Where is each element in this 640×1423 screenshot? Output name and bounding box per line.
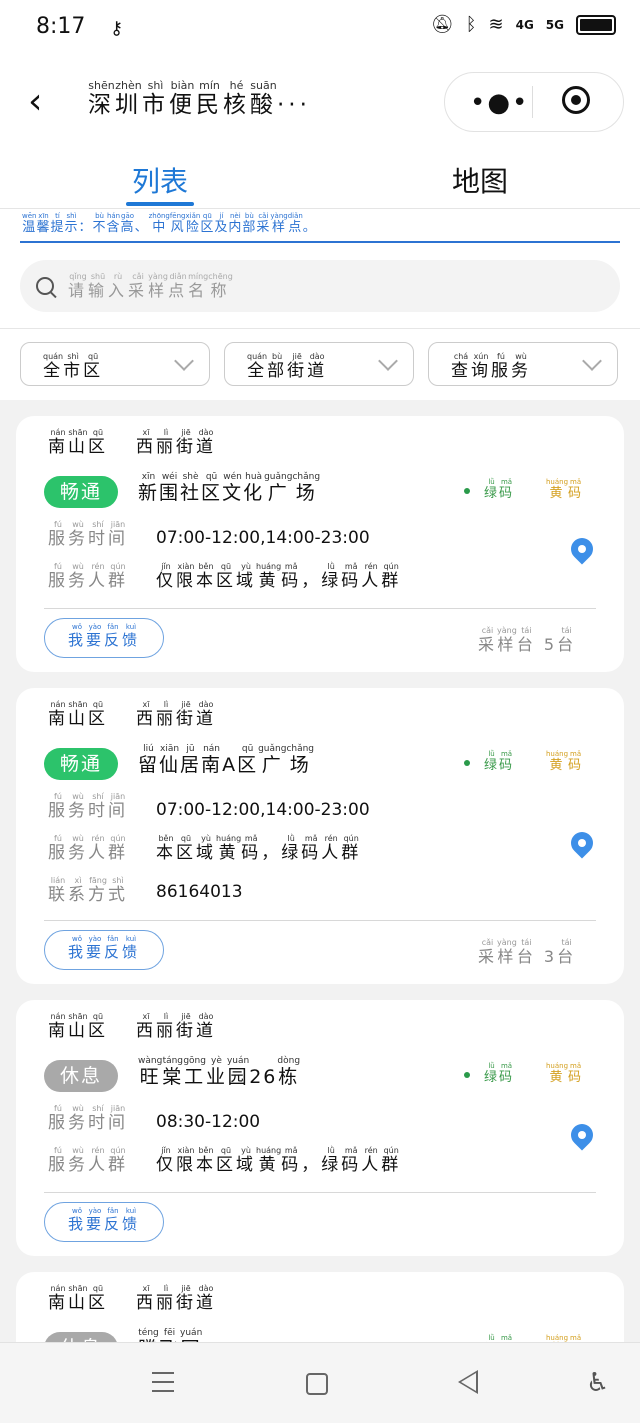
location-pin-icon[interactable]	[566, 533, 598, 565]
chevron-down-icon	[378, 351, 398, 371]
yellow-code-tag: 黄huáng码mǎ	[546, 750, 584, 773]
green-dot	[464, 760, 470, 766]
site-card[interactable]: 南nán山shān区qū 西xī丽lì街jiē道dào 畅通 留liú仙xiān…	[16, 688, 624, 984]
site-name: 留liú仙xiān居jū南nánA 区qū广guǎng场chǎng	[138, 744, 315, 776]
feedback-button[interactable]: 我wǒ要yào反fǎn馈kuì	[44, 618, 164, 658]
wifi-icon: ≋	[488, 14, 504, 35]
notice-text: 温wēn馨xīn提tí示shì： 不bù含hán高gāo、 中zhōng风fēn…	[22, 212, 317, 235]
service-group-label: 服fú务wù人rén群qún	[48, 834, 128, 863]
card-district: 南nán山shān区qū	[48, 428, 108, 457]
chevron-down-icon	[174, 351, 194, 371]
sampling-count-value: 5	[543, 635, 558, 654]
site-card[interactable]: 南nán山shān区qū 西xī丽lì街jiē道dào 畅通 新xīn围wéi社…	[16, 416, 624, 672]
tab-list[interactable]: 列表	[132, 160, 188, 200]
street-dropdown[interactable]: 全quán部bù街jiē道dào	[224, 342, 414, 386]
card-street: 西xī丽lì街jiē道dào	[136, 1284, 216, 1313]
service-time-label: 服fú务wù时shí间jiān	[48, 520, 128, 549]
service-time-value: 07:00-12:00,14:00-23:00	[156, 800, 370, 820]
accessibility-icon[interactable]: ♿︎	[586, 1368, 609, 1398]
service-time-value: 07:00-12:00,14:00-23:00	[156, 528, 370, 548]
sampling-count: 采cǎi样yàng台tái 5台tái	[478, 626, 577, 654]
service-time-value: 08:30-12:00	[156, 1112, 261, 1132]
service-time-label: 服fú务wù时shí间jiān	[48, 792, 128, 821]
card-divider	[44, 608, 596, 609]
service-dropdown-label: 查chá询xún服fú务wù	[451, 352, 531, 381]
search-icon	[36, 277, 54, 295]
card-street: 西xī丽lì街jiē道dào	[136, 428, 216, 457]
sampling-count: 采cǎi样yàng台tái 3台tái	[478, 938, 577, 966]
site-card[interactable]: 南nán山shān区qū 西xī丽lì街jiē道dào 休息 旺wàng棠tán…	[16, 1000, 624, 1256]
tab-divider	[0, 208, 640, 209]
green-dot	[464, 488, 470, 494]
district-dropdown-label: 全quán市shì区qū	[43, 352, 104, 381]
contact-value[interactable]: 86164013	[156, 882, 243, 902]
capsule-divider	[532, 86, 533, 118]
search-placeholder: 请qǐng输shū入rù采cǎi样yàng点diǎn名míng称chēng	[68, 272, 233, 300]
feedback-button[interactable]: 我wǒ要yào反fǎn馈kuì	[44, 1202, 164, 1242]
sampling-count-value: 3	[543, 947, 558, 966]
top-background	[0, 0, 640, 400]
feedback-button[interactable]: 我wǒ要yào反fǎn馈kuì	[44, 930, 164, 970]
status-badge: 畅通	[44, 476, 118, 508]
card-district: 南nán山shān区qū	[48, 1012, 108, 1041]
bluetooth-icon: ᛒ	[465, 14, 477, 35]
card-street: 西xī丽lì街jiē道dào	[136, 700, 216, 729]
contact-label: 联lián系xì方fāng式shì	[48, 876, 128, 905]
green-code-tag: 绿lǜ码mǎ	[484, 478, 515, 501]
green-dot	[464, 1072, 470, 1078]
status-badge: 休息	[44, 1060, 118, 1092]
service-group-value: 仅jǐn限xiàn本běn区qū域yù黄huáng码mǎ， 绿lǜ码mǎ人rén…	[156, 562, 402, 591]
street-dropdown-label: 全quán部bù街jiē道dào	[247, 352, 328, 381]
card-street: 西xī丽lì街jiē道dào	[136, 1012, 216, 1041]
section-divider	[0, 328, 640, 329]
back-icon[interactable]: ‹	[28, 84, 42, 120]
more-icon[interactable]: •●•	[470, 88, 529, 118]
service-group-value: 本běn区qū域yù黄huáng码mǎ， 绿lǜ码mǎ人rén群qún	[156, 834, 362, 863]
battery-icon	[576, 14, 616, 35]
status-time: 8:17	[36, 14, 86, 39]
page-title: 深shēn圳zhèn市shì便biàn民mín核hé酸suān···	[88, 79, 311, 118]
menu-icon[interactable]	[152, 1372, 174, 1399]
green-code-tag: 绿lǜ码mǎ	[484, 1062, 515, 1085]
back-triangle-icon[interactable]	[458, 1370, 478, 1394]
status-badge: 畅通	[44, 748, 118, 780]
service-group-label: 服fú务wù人rén群qún	[48, 562, 128, 591]
card-divider	[44, 1192, 596, 1193]
signal-4g-label: 4G	[515, 17, 534, 32]
service-group-value: 仅jǐn限xiàn本běn区qū域yù黄huáng码mǎ， 绿lǜ码mǎ人rén…	[156, 1146, 402, 1175]
district-dropdown[interactable]: 全quán市shì区qū	[20, 342, 210, 386]
mute-icon: 🔕︎	[430, 14, 454, 35]
card-district: 南nán山shān区qū	[48, 700, 108, 729]
site-name: 旺wàng棠táng工gōng业yè园yuán26 栋dòng	[138, 1056, 301, 1088]
status-icons: 🔕︎ ᛒ ≋ 4G 5G	[431, 14, 616, 35]
yellow-code-tag: 黄huáng码mǎ	[546, 478, 584, 501]
site-name: 新xīn围wéi社shè区qū文wén化huà广guǎng场chǎng	[138, 472, 321, 504]
chevron-down-icon	[582, 351, 602, 371]
location-pin-icon[interactable]	[566, 1119, 598, 1151]
card-divider	[44, 920, 596, 921]
green-code-tag: 绿lǜ码mǎ	[484, 750, 515, 773]
notice-underline	[20, 241, 620, 243]
location-pin-icon[interactable]	[566, 827, 598, 859]
service-dropdown[interactable]: 查chá询xún服fú务wù	[428, 342, 618, 386]
signal-5g-label: 5G	[545, 17, 564, 32]
title-ellipsis: ···	[277, 92, 311, 118]
key-icon: ⚷	[110, 18, 124, 39]
home-icon[interactable]	[306, 1373, 328, 1395]
service-group-label: 服fú务wù人rén群qún	[48, 1146, 128, 1175]
yellow-code-tag: 黄huáng码mǎ	[546, 1062, 584, 1085]
tab-active-indicator	[126, 202, 194, 206]
close-miniprogram-icon[interactable]	[562, 86, 590, 114]
card-district: 南nán山shān区qū	[48, 1284, 108, 1313]
tab-map[interactable]: 地图	[452, 160, 508, 200]
service-time-label: 服fú务wù时shí间jiān	[48, 1104, 128, 1133]
